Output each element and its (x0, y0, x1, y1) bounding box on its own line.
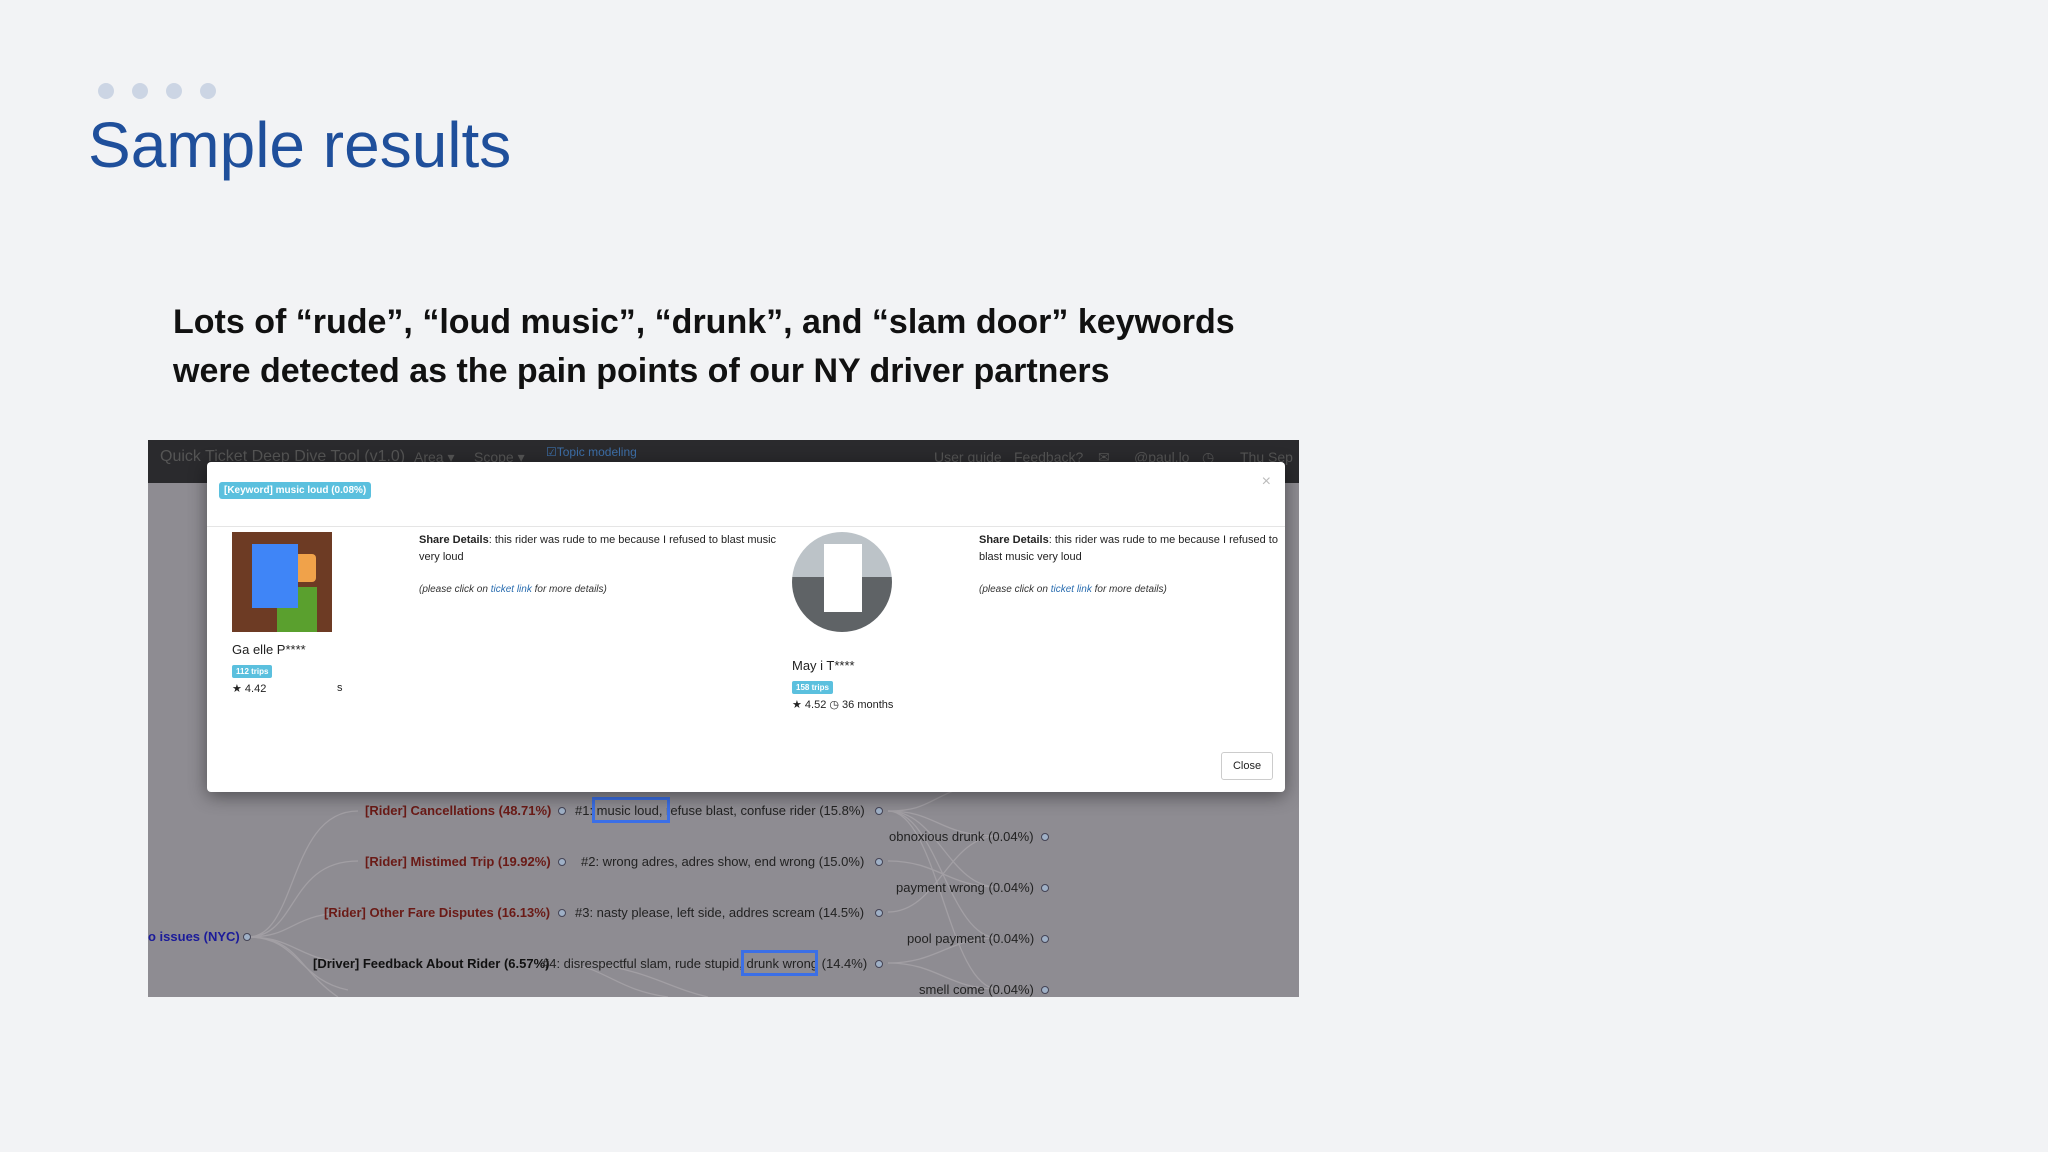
share-details: Share Details: this rider was rude to me… (419, 532, 779, 566)
trips-badge: 112 trips (232, 665, 273, 678)
keyword-smell-come[interactable]: smell come (0.04%) (919, 982, 1034, 997)
dot-2 (132, 83, 148, 99)
tree-node[interactable] (875, 807, 883, 815)
tree-node[interactable] (558, 807, 566, 815)
share-details-label: Share Details (979, 534, 1049, 546)
tree-node[interactable] (1041, 833, 1049, 841)
ticket-note: (please click on ticket link for more de… (419, 584, 607, 595)
modal-divider (207, 526, 1285, 527)
rider-photo (232, 532, 332, 632)
close-button[interactable]: Close (1221, 752, 1273, 780)
keyword-pool-payment[interactable]: pool payment (0.04%) (907, 931, 1034, 946)
rider-name: Ga elle P**** (232, 642, 306, 657)
subtitle-line-2: were detected as the pain points of our … (173, 352, 1110, 390)
slide-title: Sample results (88, 109, 512, 181)
redaction-box (252, 544, 298, 608)
topic-4[interactable]: #4: disrespectful slam, rude stupid, dru… (542, 956, 867, 971)
keyword-payment-wrong[interactable]: payment wrong (0.04%) (896, 880, 1034, 895)
tree-node[interactable] (558, 858, 566, 866)
keyword-badge: [Keyword] music loud (0.08%) (219, 482, 372, 499)
subtitle-line-1: Lots of “rude”, “loud music”, “drunk”, a… (173, 303, 1235, 341)
tree-node[interactable] (875, 858, 883, 866)
slide-dots (98, 83, 216, 99)
rider-rating: ★ 4.52 ◷ 36 months (792, 699, 894, 711)
dot-1 (98, 83, 114, 99)
tree-node[interactable] (1041, 935, 1049, 943)
ticket-link[interactable]: ticket link (1051, 584, 1092, 595)
redaction-box (824, 544, 862, 612)
tree-root[interactable]: o issues (NYC) (148, 929, 240, 944)
category-driver-feedback[interactable]: [Driver] Feedback About Rider (6.57%) (313, 956, 549, 971)
ticket-note: (please click on ticket link for more de… (979, 584, 1167, 595)
dot-3 (166, 83, 182, 99)
rider-tenure: s (337, 682, 343, 694)
tree-node[interactable] (243, 933, 251, 941)
tree-node[interactable] (875, 909, 883, 917)
close-icon[interactable]: × (1262, 473, 1271, 491)
tree-node[interactable] (558, 909, 566, 917)
trips-badge: 158 trips (792, 681, 833, 694)
ticket-link[interactable]: ticket link (491, 584, 532, 595)
rider-rating: ★ 4.42 (232, 683, 267, 695)
share-details: Share Details: this rider was rude to me… (979, 532, 1285, 566)
highlight-drunk-wrong (741, 950, 818, 976)
topic-2[interactable]: #2: wrong adres, adres show, end wrong (… (581, 854, 864, 869)
tree-node[interactable] (1041, 986, 1049, 994)
keyword-modal: [Keyword] music loud (0.08%) × Ga elle P… (207, 462, 1285, 792)
tool-screenshot: Quick Ticket Deep Dive Tool (v1.0) Area … (148, 440, 1299, 997)
rider-photo (792, 532, 892, 632)
category-fare-disputes[interactable]: [Rider] Other Fare Disputes (16.13%) (324, 905, 550, 920)
category-mistimed-trip[interactable]: [Rider] Mistimed Trip (19.92%) (365, 854, 551, 869)
tree-node[interactable] (1041, 884, 1049, 892)
keyword-obnoxious-drunk[interactable]: obnoxious drunk (0.04%) (889, 829, 1034, 844)
tree-node[interactable] (875, 960, 883, 968)
dot-4 (200, 83, 216, 99)
share-details-label: Share Details (419, 534, 489, 546)
category-cancellations[interactable]: [Rider] Cancellations (48.71%) (365, 803, 551, 818)
highlight-music-loud (592, 797, 670, 823)
slide-subtitle: Lots of “rude”, “loud music”, “drunk”, a… (173, 298, 1333, 396)
topic-3[interactable]: #3: nasty please, left side, addres scre… (575, 905, 864, 920)
rider-name: May i T**** (792, 658, 855, 673)
